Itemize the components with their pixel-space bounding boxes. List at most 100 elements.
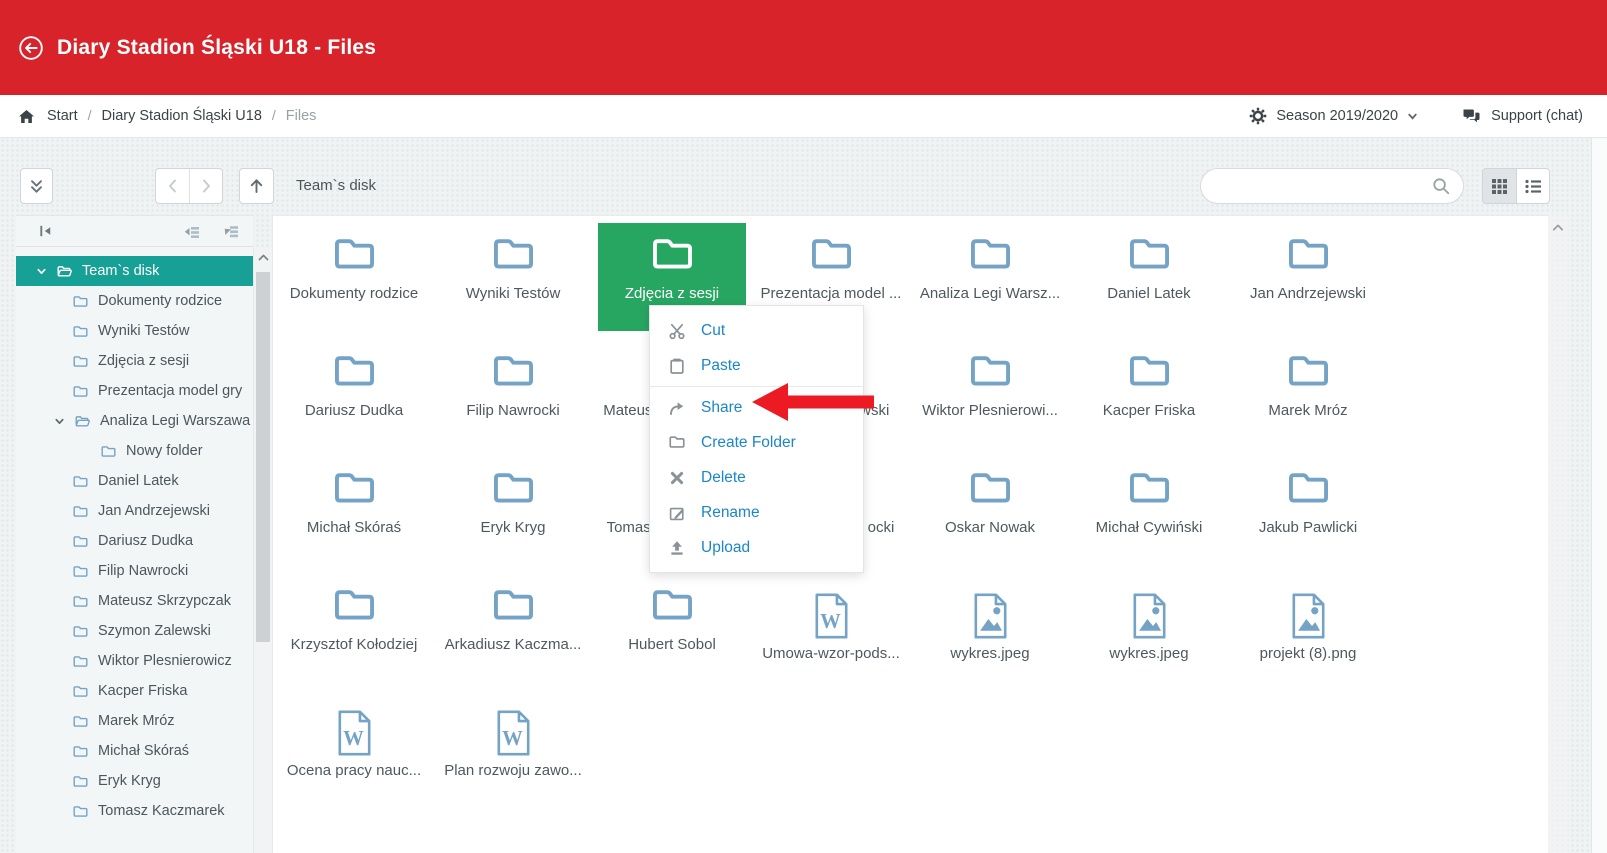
file-tile-daniel-latek[interactable]: Daniel Latek [1075, 223, 1223, 331]
home-icon[interactable] [18, 109, 35, 124]
tree-panel-header [16, 216, 253, 247]
svg-text:W: W [343, 728, 364, 750]
context-menu-item-share[interactable]: Share [650, 390, 863, 425]
scroll-up-icon[interactable] [1548, 223, 1568, 232]
collapse-all-icon[interactable] [183, 223, 200, 240]
folder-icon [72, 624, 89, 638]
image-file-icon [1131, 574, 1168, 642]
tree-item-zdjęcia-z-sesji[interactable]: Zdjęcia z sesji [16, 346, 253, 376]
tree-item-mateusz-skrzypczak[interactable]: Mateusz Skrzypczak [16, 586, 253, 616]
file-tile-wyniki-testów[interactable]: Wyniki Testów [439, 223, 587, 331]
folder-icon [967, 340, 1014, 399]
current-location-label: Team`s disk [296, 168, 376, 204]
tree-item-eryk-kryg[interactable]: Eryk Kryg [16, 766, 253, 796]
chevron-down-icon [1407, 111, 1418, 122]
context-menu-item-delete[interactable]: Delete [650, 460, 863, 495]
folder-icon [72, 774, 89, 788]
file-tile-hubert-sobol[interactable]: Hubert Sobol [598, 574, 746, 682]
back-icon[interactable] [18, 35, 44, 61]
folder-icon [1285, 457, 1332, 516]
svg-text:W: W [820, 611, 841, 633]
file-tile-jan-andrzejewski[interactable]: Jan Andrzejewski [1234, 223, 1382, 331]
season-selector[interactable]: Season 2019/2020 [1249, 107, 1418, 125]
page-title: Diary Stadion Śląski U18 - Files [57, 36, 376, 60]
list-view-button[interactable] [1516, 169, 1549, 203]
menu-separator [650, 386, 863, 387]
folder-icon [72, 564, 89, 578]
file-tile-arkadiusz-kaczma[interactable]: Arkadiusz Kaczma... [439, 574, 587, 682]
context-menu-item-upload[interactable]: Upload [650, 530, 863, 565]
folder-icon [490, 223, 537, 282]
word-document-icon: W [495, 691, 532, 759]
view-toggle [1482, 168, 1550, 204]
tree-item-dariusz-dudka[interactable]: Dariusz Dudka [16, 526, 253, 556]
tree-item-nowy-folder[interactable]: Nowy folder [16, 436, 253, 466]
breadcrumb-separator: / [88, 107, 92, 123]
list-view-icon [1525, 179, 1541, 194]
scrollbar-thumb[interactable] [256, 272, 270, 642]
file-tile-michał-skóraś[interactable]: Michał Skóraś [280, 457, 428, 565]
file-tile-filip-nawrocki[interactable]: Filip Nawrocki [439, 340, 587, 448]
forward-nav-button[interactable] [189, 169, 222, 203]
file-tile-projekt-8-png[interactable]: projekt (8).png [1234, 574, 1382, 682]
breadcrumb-item-diary-stadion-śląski-u18[interactable]: Diary Stadion Śląski U18 [102, 108, 262, 124]
search-input[interactable] [1217, 178, 1432, 194]
context-menu-item-rename[interactable]: Rename [650, 495, 863, 530]
back-nav-button[interactable] [156, 169, 189, 203]
folder-icon [1126, 223, 1173, 282]
file-tile-wiktor-plesnierowi[interactable]: Wiktor Plesnierowi... [916, 340, 1064, 448]
tree-item-team-s-disk[interactable]: Team`s disk [16, 256, 253, 286]
up-directory-button[interactable] [239, 168, 274, 204]
folder-icon [72, 504, 89, 518]
collapse-sidebar-icon[interactable] [38, 223, 54, 239]
create-folder-icon [668, 434, 686, 452]
tree-item-tomasz-kaczmarek[interactable]: Tomasz Kaczmarek [16, 796, 253, 826]
file-tile-ocena-pracy-nauc[interactable]: WOcena pracy nauc... [280, 691, 428, 799]
folder-icon [72, 354, 89, 368]
tree-item-wyniki-testów[interactable]: Wyniki Testów [16, 316, 253, 346]
breadcrumb-item-files: Files [286, 108, 317, 124]
tree-item-szymon-zalewski[interactable]: Szymon Zalewski [16, 616, 253, 646]
file-tile-dariusz-dudka[interactable]: Dariusz Dudka [280, 340, 428, 448]
breadcrumb-item-start[interactable]: Start [47, 108, 78, 124]
tree-item-prezentacja-model-gry[interactable]: Prezentacja model gry [16, 376, 253, 406]
cut-icon [668, 322, 686, 340]
file-tile-michał-cywiński[interactable]: Michał Cywiński [1075, 457, 1223, 565]
scroll-up-icon[interactable] [254, 253, 272, 262]
file-tile-wykres-jpeg[interactable]: wykres.jpeg [916, 574, 1064, 682]
tree-item-daniel-latek[interactable]: Daniel Latek [16, 466, 253, 496]
content-scrollbar[interactable] [1548, 215, 1568, 853]
file-tile-jakub-pawlicki[interactable]: Jakub Pawlicki [1234, 457, 1382, 565]
file-tile-analiza-legi-warsz[interactable]: Analiza Legi Warsz... [916, 223, 1064, 331]
file-tile-oskar-nowak[interactable]: Oskar Nowak [916, 457, 1064, 565]
collapse-panel-button[interactable] [20, 168, 53, 204]
breadcrumb-separator: / [272, 107, 276, 123]
file-tile-eryk-kryg[interactable]: Eryk Kryg [439, 457, 587, 565]
tree-item-marek-mróz[interactable]: Marek Mróz [16, 706, 253, 736]
tree-item-jan-andrzejewski[interactable]: Jan Andrzejewski [16, 496, 253, 526]
gear-icon [1249, 107, 1267, 125]
file-tile-marek-mróz[interactable]: Marek Mróz [1234, 340, 1382, 448]
file-tile-plan-rozwoju-zawo[interactable]: WPlan rozwoju zawo... [439, 691, 587, 799]
search-icon[interactable] [1432, 177, 1450, 195]
tree-item-dokumenty-rodzice[interactable]: Dokumenty rodzice [16, 286, 253, 316]
grid-view-button[interactable] [1483, 169, 1516, 203]
tree-item-analiza-legi-warszawa[interactable]: Analiza Legi Warszawa [16, 406, 253, 436]
context-menu-item-create-folder[interactable]: Create Folder [650, 425, 863, 460]
page-scrollbar[interactable] [1591, 138, 1607, 853]
context-menu-item-cut[interactable]: Cut [650, 313, 863, 348]
file-tile-umowa-wzor-pods[interactable]: WUmowa-wzor-pods... [757, 574, 905, 682]
tree-item-kacper-friska[interactable]: Kacper Friska [16, 676, 253, 706]
sidebar-scrollbar[interactable] [253, 248, 272, 853]
file-tile-wykres-jpeg[interactable]: wykres.jpeg [1075, 574, 1223, 682]
file-tile-kacper-friska[interactable]: Kacper Friska [1075, 340, 1223, 448]
tree-item-filip-nawrocki[interactable]: Filip Nawrocki [16, 556, 253, 586]
expand-all-icon[interactable] [222, 223, 239, 240]
context-menu-item-paste[interactable]: Paste [650, 348, 863, 383]
tree-item-michał-skóraś[interactable]: Michał Skóraś [16, 736, 253, 766]
grid-view-icon [1492, 179, 1507, 194]
file-tile-dokumenty-rodzice[interactable]: Dokumenty rodzice [280, 223, 428, 331]
tree-item-wiktor-plesnierowicz[interactable]: Wiktor Plesnierowicz [16, 646, 253, 676]
support-chat-button[interactable]: Support (chat) [1462, 108, 1583, 124]
file-tile-krzysztof-kołodziej[interactable]: Krzysztof Kołodziej [280, 574, 428, 682]
